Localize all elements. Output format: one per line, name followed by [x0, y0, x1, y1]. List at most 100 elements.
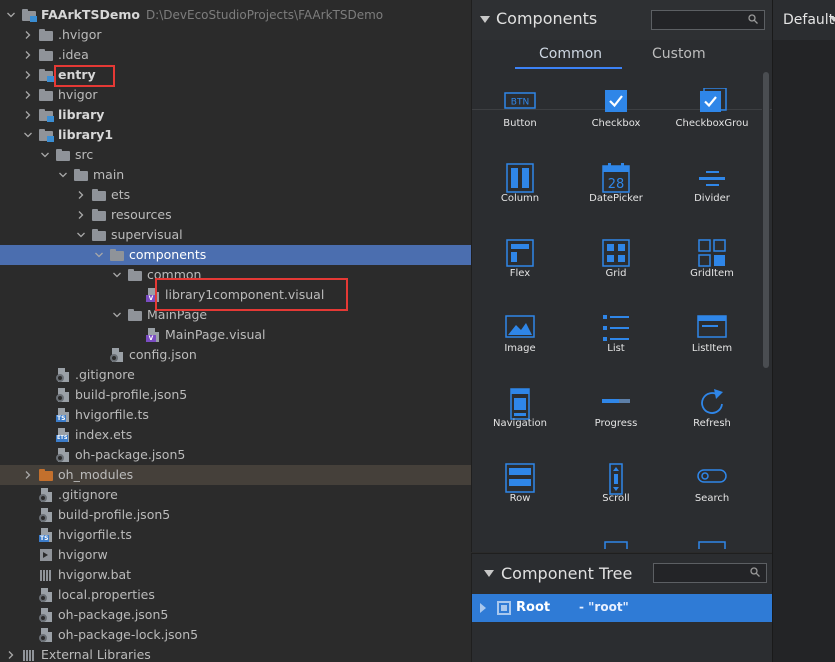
- tree-row[interactable]: local.properties: [0, 585, 471, 605]
- tree-row-label: MainPage.visual: [165, 327, 266, 342]
- component-item-listitem[interactable]: ListItem: [664, 296, 760, 371]
- tree-row[interactable]: resources: [0, 205, 471, 225]
- search-icon[interactable]: [750, 567, 760, 577]
- component-item-divider[interactable]: Divider: [664, 146, 760, 221]
- tree-row[interactable]: common: [0, 265, 471, 285]
- tree-row[interactable]: TS hvigorfile.ts: [0, 525, 471, 545]
- tree-row[interactable]: library: [0, 105, 471, 125]
- chevron-right-icon[interactable]: [74, 205, 88, 225]
- tree-row[interactable]: .idea: [0, 45, 471, 65]
- tree-row[interactable]: supervisual: [0, 225, 471, 245]
- tree-row[interactable]: V MainPage.visual: [0, 325, 471, 345]
- root-node-name: Root: [516, 600, 551, 615]
- chevron-down-icon[interactable]: [92, 245, 106, 265]
- chevron-right-icon[interactable]: [21, 45, 35, 65]
- component-item-checkboxgrou[interactable]: CheckboxGrou: [664, 71, 760, 146]
- tree-row[interactable]: External Libraries: [0, 645, 471, 662]
- tree-row[interactable]: .gitignore: [0, 485, 471, 505]
- component-item-partial[interactable]: [664, 521, 760, 549]
- tree-row[interactable]: oh-package.json5: [0, 605, 471, 625]
- tree-row[interactable]: oh_modules: [0, 465, 471, 485]
- chevron-right-icon[interactable]: [21, 25, 35, 45]
- chevron-down-icon[interactable]: [74, 225, 88, 245]
- components-search-input[interactable]: [656, 12, 742, 28]
- config-file-icon: [55, 368, 71, 382]
- chevron-down-icon[interactable]: [21, 125, 35, 145]
- chevron-right-icon[interactable]: [74, 185, 88, 205]
- component-item-button[interactable]: BTN Button: [472, 71, 568, 146]
- tree-row-label: MainPage: [147, 307, 208, 322]
- component-item-progress[interactable]: Progress: [568, 371, 664, 446]
- tree-row[interactable]: entry: [0, 65, 471, 85]
- tree-row[interactable]: hvigorw: [0, 545, 471, 565]
- tab-common[interactable]: Common: [539, 46, 602, 62]
- search-icon[interactable]: [748, 14, 758, 24]
- chevron-right-icon[interactable]: [21, 85, 35, 105]
- tree-row[interactable]: src: [0, 145, 471, 165]
- component-item-scroll[interactable]: Scroll: [568, 446, 664, 521]
- component-item-datepicker[interactable]: 28 DatePicker: [568, 146, 664, 221]
- chevron-right-icon[interactable]: [4, 645, 18, 662]
- component-item-navigation[interactable]: Navigation: [472, 371, 568, 446]
- component-item-checkbox[interactable]: Checkbox: [568, 71, 664, 146]
- tree-row[interactable]: oh-package-lock.json5: [0, 625, 471, 645]
- component-tree-search-input[interactable]: [658, 565, 744, 581]
- tree-row[interactable]: FAArkTSDemo D:\DevEcoStudioProjects\FAArk…: [0, 5, 471, 25]
- component-tree-search-box[interactable]: [653, 563, 767, 583]
- chevron-right-icon[interactable]: [21, 105, 35, 125]
- component-item-row[interactable]: Row: [472, 446, 568, 521]
- chevron-down-icon[interactable]: [110, 305, 124, 325]
- chevron-down-icon[interactable]: [56, 165, 70, 185]
- tree-row[interactable]: MainPage: [0, 305, 471, 325]
- components-search-box[interactable]: [651, 10, 765, 30]
- config-file-icon: [38, 608, 54, 622]
- date-picker-day-text: 28: [608, 177, 625, 192]
- component-item-partial[interactable]: [568, 521, 664, 549]
- component-item-flex[interactable]: Flex: [472, 221, 568, 296]
- components-scrollbar-thumb[interactable]: [763, 72, 769, 368]
- tree-row[interactable]: .hvigor: [0, 25, 471, 45]
- component-item-column[interactable]: Column: [472, 146, 568, 221]
- tree-row-label: hvigorfile.ts: [75, 407, 149, 422]
- component-item-grid[interactable]: Grid: [568, 221, 664, 296]
- collapse-caret-icon[interactable]: [484, 570, 494, 577]
- component-item-label: Grid: [605, 268, 627, 279]
- device-selector[interactable]: Default: [783, 12, 834, 28]
- expand-caret-icon[interactable]: [480, 603, 486, 613]
- chevron-down-icon[interactable]: [4, 5, 18, 25]
- tree-row[interactable]: main: [0, 165, 471, 185]
- collapse-caret-icon[interactable]: [480, 16, 490, 23]
- tree-row[interactable]: oh-package.json5: [0, 445, 471, 465]
- chevron-right-icon[interactable]: [21, 65, 35, 85]
- tree-row[interactable]: Vlibrary1component.visual: [0, 285, 471, 305]
- component-item-list[interactable]: List: [568, 296, 664, 371]
- chevron-right-icon[interactable]: [21, 465, 35, 485]
- tree-row[interactable]: ets: [0, 185, 471, 205]
- component-item-label: ListItem: [691, 343, 733, 354]
- folder-icon: [55, 148, 71, 162]
- project-path: D:\DevEcoStudioProjects\FAArkTSDemo: [145, 8, 384, 22]
- tree-row[interactable]: TS hvigorfile.ts: [0, 405, 471, 425]
- module-folder-icon: [38, 108, 54, 122]
- component-item-image[interactable]: Image: [472, 296, 568, 371]
- component-item-search[interactable]: Search: [664, 446, 760, 521]
- tab-custom[interactable]: Custom: [652, 46, 706, 62]
- folder-icon: [109, 248, 125, 262]
- tree-row[interactable]: .gitignore: [0, 365, 471, 385]
- chevron-down-icon[interactable]: [830, 17, 835, 22]
- tree-row-label: hvigorw.bat: [58, 567, 132, 582]
- tree-row[interactable]: components: [0, 245, 471, 265]
- tree-row[interactable]: hvigor: [0, 85, 471, 105]
- tree-row[interactable]: ETS index.ets: [0, 425, 471, 445]
- tree-row[interactable]: hvigorw.bat: [0, 565, 471, 585]
- component-item-refresh[interactable]: Refresh: [664, 371, 760, 446]
- chevron-down-icon[interactable]: [110, 265, 124, 285]
- components-scrollbar[interactable]: [762, 72, 770, 546]
- component-tree-root-row[interactable]: Root - "root": [472, 594, 772, 622]
- tree-row[interactable]: build-profile.json5: [0, 505, 471, 525]
- chevron-down-icon[interactable]: [38, 145, 52, 165]
- tree-row[interactable]: library1: [0, 125, 471, 145]
- component-item-griditem[interactable]: GridItem: [664, 221, 760, 296]
- tree-row[interactable]: build-profile.json5: [0, 385, 471, 405]
- tree-row[interactable]: config.json: [0, 345, 471, 365]
